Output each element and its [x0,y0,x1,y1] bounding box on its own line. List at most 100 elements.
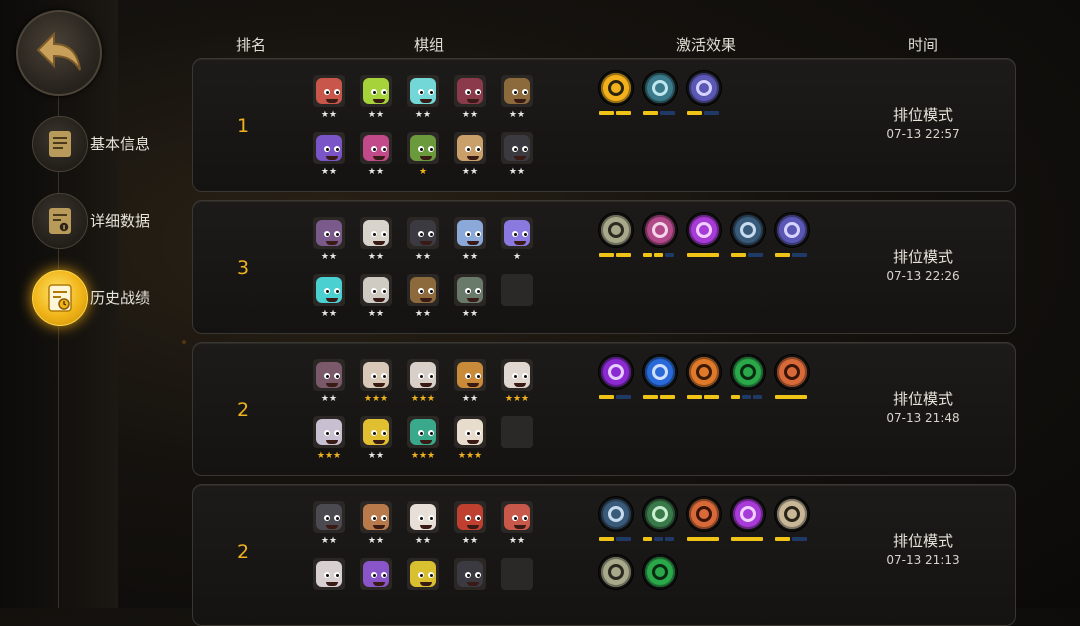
chess-piece-portrait[interactable] [360,132,392,164]
piece-face [316,419,342,445]
piece-face [363,78,389,104]
bar-active [599,253,614,257]
bar-active [616,111,631,115]
piece-pupil [514,91,517,94]
bar-active [731,253,746,257]
match-rank: 3 [237,257,250,279]
chess-piece-portrait[interactable] [407,75,439,107]
chess-piece-portrait[interactable] [360,75,392,107]
chess-piece-portrait[interactable] [360,359,392,391]
piece-pupil [477,517,480,520]
beast-trait-icon[interactable] [599,555,633,589]
game-mode-label: 排位模式 [892,106,953,124]
chess-piece-portrait[interactable] [360,217,392,249]
chess-piece-portrait[interactable] [407,416,439,448]
chess-piece-portrait[interactable] [313,132,345,164]
chess-piece-portrait[interactable] [454,359,486,391]
piece-pupil [524,91,527,94]
chess-piece-portrait[interactable] [313,75,345,107]
chess-piece-portrait[interactable] [454,274,486,306]
paw-trait-icon[interactable] [731,355,765,389]
orb-trait-icon[interactable] [731,213,765,247]
flame-trait-icon[interactable] [687,355,721,389]
piece-eye [512,146,518,152]
chess-piece-portrait[interactable] [407,274,439,306]
piece-pupil [383,517,386,520]
mech-trait-icon[interactable] [687,71,721,105]
keyhole-trait-icon[interactable] [599,71,633,105]
star-rating: ★★ [414,309,432,319]
trait-level-bars [731,537,765,542]
goblin-trait-icon[interactable] [599,355,633,389]
star-rating: ★ [418,167,428,177]
chess-piece-portrait[interactable] [501,359,533,391]
axe-trait-icon[interactable] [775,497,809,531]
piece-mouth [514,525,526,529]
bar-active [731,537,763,541]
sidebar-item-basic-info[interactable]: 基本信息 [32,116,182,172]
chess-piece-portrait[interactable] [360,501,392,533]
chess-piece-portrait[interactable] [313,558,345,590]
piece-pupil [467,375,470,378]
data-sheet-icon [49,208,71,234]
chess-piece-portrait[interactable] [360,558,392,590]
piece-mouth [373,383,385,387]
chess-piece-portrait[interactable] [501,501,533,533]
mech-trait-icon[interactable] [775,213,809,247]
feather-trait-icon[interactable] [643,355,677,389]
chess-piece-portrait[interactable] [501,75,533,107]
demon-trait-icon[interactable] [687,213,721,247]
chess-piece-portrait[interactable] [360,416,392,448]
back-button[interactable] [16,10,102,96]
chess-piece-portrait[interactable] [454,501,486,533]
match-card[interactable]: 1 ★★ ★★ ★★ ★★ ★★ ★★ ★★ ★ ★★ ★★ 排位模式 07-13 22:57 [192,58,1016,192]
orb-trait-icon[interactable] [599,497,633,531]
piece-pupil [336,148,339,151]
chess-piece-portrait[interactable] [501,217,533,249]
piece-pupil [467,517,470,520]
chess-piece-portrait[interactable] [454,558,486,590]
piece-pupil [373,517,376,520]
chess-piece-portrait[interactable] [407,558,439,590]
match-card[interactable]: 2 ★★ ★★★ ★★★ ★★ ★★★ ★★★ ★★ ★★★ ★★★ 排位模式 07-13 21:48 [192,342,1016,476]
chess-piece-portrait[interactable] [454,132,486,164]
piece-eye [475,146,481,152]
chess-piece-portrait[interactable] [313,217,345,249]
bar-inactive [753,395,762,399]
fox-trait-icon[interactable] [775,355,809,389]
knight-trait-icon[interactable] [643,213,677,247]
chess-piece-portrait[interactable] [313,416,345,448]
chess-piece-portrait[interactable] [407,359,439,391]
paw-trait-icon[interactable] [643,555,677,589]
star-rating: ★★★ [457,451,483,461]
chess-piece-portrait[interactable] [454,217,486,249]
chess-piece-portrait[interactable] [501,132,533,164]
chess-piece-portrait[interactable] [360,274,392,306]
piece-eye [381,89,387,95]
chess-piece-portrait[interactable] [407,132,439,164]
mystery-trait-icon[interactable] [643,71,677,105]
trait-level-bars [643,111,677,116]
trait-level-bars [643,395,677,400]
fox-trait-icon[interactable] [687,497,721,531]
piece-eye [475,288,481,294]
chess-piece-portrait[interactable] [454,75,486,107]
chess-piece-portrait[interactable] [313,501,345,533]
game-mode-label: 排位模式 [892,532,953,550]
match-card[interactable]: 2 ★★ ★★ ★★ ★★ ★★ 排位模式 07-13 21:13 [192,484,1016,626]
demon-trait-icon[interactable] [731,497,765,531]
bow-trait-icon[interactable] [643,497,677,531]
match-card[interactable]: 3 ★★ ★★ ★★ ★★ ★ ★★ ★★ ★★ ★★ 排位模式 07-13 22:26 [192,200,1016,334]
chess-piece-portrait[interactable] [313,274,345,306]
piece-pupil [430,517,433,520]
chess-piece-portrait[interactable] [407,217,439,249]
chess-piece-portrait[interactable] [454,416,486,448]
piece-pupil [326,233,329,236]
sidebar-item-match-history[interactable]: 历史战绩 [32,270,182,326]
beast-trait-icon[interactable] [599,213,633,247]
sidebar-item-detailed-data[interactable]: 详细数据 [32,193,182,249]
chess-piece-portrait[interactable] [313,359,345,391]
chess-piece-portrait[interactable] [407,501,439,533]
piece-face [363,135,389,161]
piece-eye [371,288,377,294]
